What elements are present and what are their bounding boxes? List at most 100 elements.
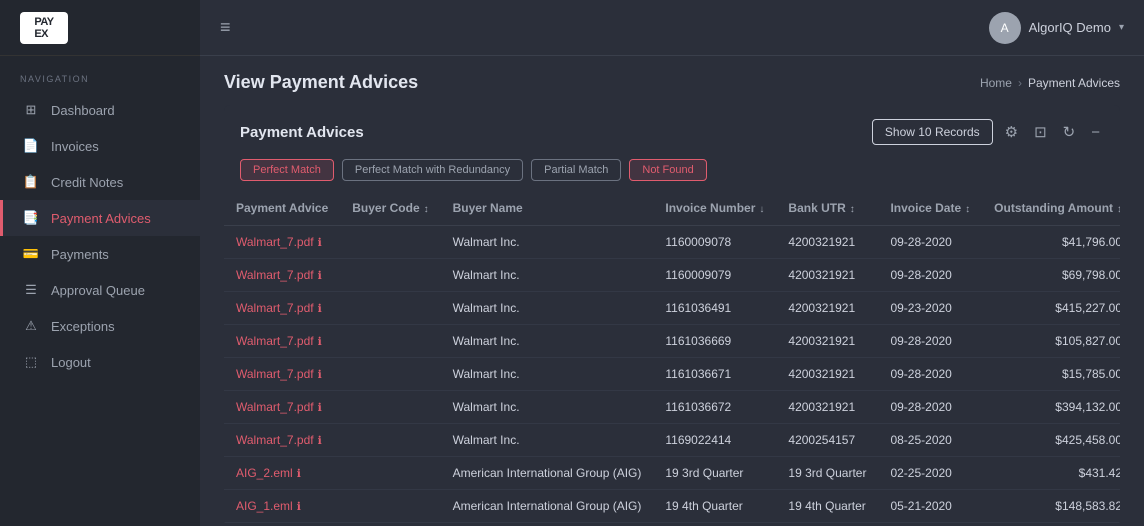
outstanding-amount: $69,798.00 xyxy=(1062,268,1120,282)
sidebar-item-dashboard[interactable]: ⊞ Dashboard xyxy=(0,92,200,128)
credit-notes-icon: 📋 xyxy=(23,174,39,190)
payment-advice-link[interactable]: Walmart_7.pdf xyxy=(236,301,314,315)
buyer-name: Walmart Inc. xyxy=(453,235,520,249)
bank-utr: 4200321921 xyxy=(788,334,855,348)
info-icon[interactable]: ℹ xyxy=(318,336,322,348)
info-icon[interactable]: ℹ xyxy=(297,501,301,513)
export-icon-button[interactable]: ⊡ xyxy=(1030,121,1051,143)
filter-icon-button[interactable]: ⚙ xyxy=(1001,121,1022,143)
filter-tab-partial-match[interactable]: Partial Match xyxy=(531,159,621,181)
info-icon[interactable]: ℹ xyxy=(318,435,322,447)
payment-advices-table-container: Payment Advices Show 10 Records ⚙ ⊡ ↻ − … xyxy=(224,105,1120,526)
sort-icon: ↓ xyxy=(759,204,764,215)
col-header-buyer-code[interactable]: Buyer Code↕ xyxy=(340,191,440,226)
payment-advice-link[interactable]: AIG_2.eml xyxy=(236,466,293,480)
exceptions-icon: ⚠ xyxy=(23,318,39,334)
bank-utr: 4200254157 xyxy=(788,433,855,447)
show-records-button[interactable]: Show 10 Records xyxy=(872,119,993,145)
invoice-number: 1160009078 xyxy=(665,235,731,249)
filter-tab-not-found[interactable]: Not Found xyxy=(629,159,706,181)
table-row: AIG_3.emlℹAmerican International Group (… xyxy=(224,523,1120,526)
bank-utr: 19 3rd Quarter xyxy=(788,466,866,480)
col-header-buyer-name[interactable]: Buyer Name xyxy=(441,191,654,226)
payment-advice-link[interactable]: Walmart_7.pdf xyxy=(236,400,314,414)
refresh-icon-button[interactable]: ↻ xyxy=(1059,121,1080,143)
outstanding-amount: $15,785.00 xyxy=(1062,367,1120,381)
sidebar-item-invoices[interactable]: 📄 Invoices xyxy=(0,128,200,164)
invoice-date: 09-28-2020 xyxy=(890,235,951,249)
invoice-date: 09-28-2020 xyxy=(890,400,951,414)
sort-icon: ↕ xyxy=(965,204,970,215)
sidebar-item-label-approval-queue: Approval Queue xyxy=(51,283,145,298)
logout-icon: ⬚ xyxy=(23,354,39,370)
invoice-number: 19 3rd Quarter xyxy=(665,466,743,480)
col-header-outstanding-amount[interactable]: Outstanding Amount↕ xyxy=(982,191,1120,226)
outstanding-amount: $41,796.00 xyxy=(1062,235,1120,249)
sidebar-item-logout[interactable]: ⬚ Logout xyxy=(0,344,200,380)
invoice-number: 1160009079 xyxy=(665,268,731,282)
invoice-date: 09-23-2020 xyxy=(890,301,951,315)
payment-advices-icon: 📑 xyxy=(23,210,39,226)
info-icon[interactable]: ℹ xyxy=(318,402,322,414)
sidebar-item-payments[interactable]: 💳 Payments xyxy=(0,236,200,272)
user-menu[interactable]: A AlgorIQ Demo ▾ xyxy=(989,12,1124,44)
dashboard-icon: ⊞ xyxy=(23,102,39,118)
outstanding-amount: $105,827.00 xyxy=(1055,334,1120,348)
info-icon[interactable]: ℹ xyxy=(297,468,301,480)
payment-advice-link[interactable]: Walmart_7.pdf xyxy=(236,433,314,447)
sidebar-item-credit-notes[interactable]: 📋 Credit Notes xyxy=(0,164,200,200)
invoices-icon: 📄 xyxy=(23,138,39,154)
invoice-number: 1169022414 xyxy=(665,433,731,447)
filter-tab-perfect-match-with-redundancy[interactable]: Perfect Match with Redundancy xyxy=(342,159,523,181)
info-icon[interactable]: ℹ xyxy=(318,237,322,249)
main-content: ≡ A AlgorIQ Demo ▾ View Payment Advices … xyxy=(200,0,1144,526)
outstanding-amount: $415,227.00 xyxy=(1055,301,1120,315)
payments-icon: 💳 xyxy=(23,246,39,262)
minus-icon-button[interactable]: − xyxy=(1087,122,1104,143)
breadcrumb: Home › Payment Advices xyxy=(980,76,1120,90)
invoice-date: 09-28-2020 xyxy=(890,334,951,348)
sidebar-item-exceptions[interactable]: ⚠ Exceptions xyxy=(0,308,200,344)
info-icon[interactable]: ℹ xyxy=(318,270,322,282)
outstanding-amount: $425,458.00 xyxy=(1055,433,1120,447)
breadcrumb-current: Payment Advices xyxy=(1028,76,1120,90)
topbar: ≡ A AlgorIQ Demo ▾ xyxy=(200,0,1144,56)
col-header-invoice-date[interactable]: Invoice Date↕ xyxy=(878,191,982,226)
invoice-number: 19 4th Quarter xyxy=(665,499,742,513)
toolbar-right: Show 10 Records ⚙ ⊡ ↻ − xyxy=(872,119,1104,145)
info-icon[interactable]: ℹ xyxy=(318,303,322,315)
invoice-number: 1161036671 xyxy=(665,367,731,381)
sidebar-item-payment-advices[interactable]: 📑 Payment Advices xyxy=(0,200,200,236)
info-icon[interactable]: ℹ xyxy=(318,369,322,381)
invoice-date: 02-25-2020 xyxy=(890,466,951,480)
invoice-date: 09-28-2020 xyxy=(890,268,951,282)
table-row: Walmart_7.pdfℹWalmart Inc.11610366724200… xyxy=(224,391,1120,424)
col-header-bank-utr[interactable]: Bank UTR↕ xyxy=(776,191,878,226)
menu-toggle[interactable]: ≡ xyxy=(220,17,231,38)
filter-tab-perfect-match[interactable]: Perfect Match xyxy=(240,159,334,181)
outstanding-amount: $431.42 xyxy=(1079,466,1120,480)
buyer-name: Walmart Inc. xyxy=(453,433,520,447)
payment-advice-link[interactable]: Walmart_7.pdf xyxy=(236,334,314,348)
table-row: Walmart_7.pdfℹWalmart Inc.11610366714200… xyxy=(224,358,1120,391)
payment-advice-link[interactable]: Walmart_7.pdf xyxy=(236,268,314,282)
user-name: AlgorIQ Demo xyxy=(1029,20,1111,35)
sidebar-item-label-invoices: Invoices xyxy=(51,139,99,154)
sidebar-item-label-exceptions: Exceptions xyxy=(51,319,115,334)
table-toolbar: Payment Advices Show 10 Records ⚙ ⊡ ↻ − xyxy=(224,105,1120,159)
payment-advice-link[interactable]: Walmart_7.pdf xyxy=(236,367,314,381)
col-header-payment-advice[interactable]: Payment Advice xyxy=(224,191,340,226)
breadcrumb-home[interactable]: Home xyxy=(980,76,1012,90)
col-header-invoice-number[interactable]: Invoice Number↓ xyxy=(653,191,776,226)
sidebar-item-approval-queue[interactable]: ☰ Approval Queue xyxy=(0,272,200,308)
buyer-name: American International Group (AIG) xyxy=(453,499,642,513)
sidebar: PAYEX NAVIGATION ⊞ Dashboard📄 Invoices📋 … xyxy=(0,0,200,526)
payment-advice-link[interactable]: AIG_1.eml xyxy=(236,499,293,513)
bank-utr: 4200321921 xyxy=(788,367,855,381)
table-row: AIG_2.emlℹAmerican International Group (… xyxy=(224,457,1120,490)
invoice-date: 09-28-2020 xyxy=(890,367,951,381)
payment-advice-link[interactable]: Walmart_7.pdf xyxy=(236,235,314,249)
invoice-number: 1161036669 xyxy=(665,334,731,348)
avatar: A xyxy=(989,12,1021,44)
page-header: View Payment Advices Home › Payment Advi… xyxy=(200,56,1144,105)
